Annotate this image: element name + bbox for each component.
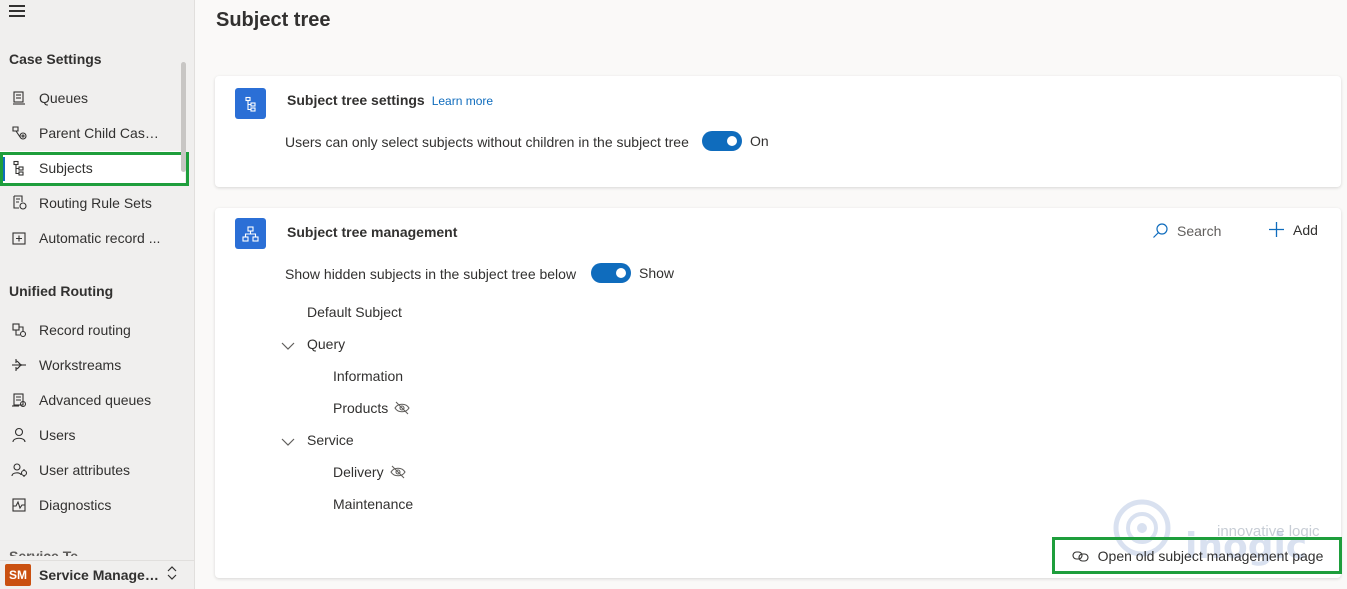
tree-node-products[interactable]: Products (333, 400, 410, 416)
tree-node-information[interactable]: Information (333, 368, 403, 384)
advanced-queues-icon (10, 391, 28, 409)
auto-record-icon (10, 229, 28, 247)
eye-hidden-icon (394, 401, 410, 415)
leaf-only-toggle[interactable] (702, 131, 742, 151)
management-card-title: Subject tree management (287, 224, 458, 240)
sidebar-item-record-routing[interactable]: Record routing (0, 313, 185, 346)
chevron-up-down-icon (166, 565, 178, 586)
hierarchy-icon (235, 218, 266, 249)
tree-node-query[interactable]: Query (307, 336, 345, 352)
diagnostics-icon (10, 496, 28, 514)
sidebar-item-advanced-queues[interactable]: Advanced queues (0, 383, 185, 416)
section-title-case-settings: Case Settings (9, 51, 102, 67)
sidebar-item-automatic-record[interactable]: Automatic record ... (0, 221, 185, 254)
setting-description: Users can only select subjects without c… (285, 134, 689, 150)
page-title: Subject tree (216, 9, 331, 31)
sidebar-item-label: Parent Child Case ... (39, 124, 164, 141)
add-label: Add (1293, 221, 1318, 238)
highlight-box-subjects (0, 152, 189, 186)
show-hidden-toggle[interactable] (591, 263, 631, 283)
chevron-down-icon[interactable] (281, 338, 295, 356)
tree-node-service[interactable]: Service (307, 432, 354, 448)
open-old-subject-page-link[interactable]: Open old subject management page (1054, 539, 1341, 572)
add-icon (1269, 222, 1284, 237)
parent-child-icon (10, 124, 28, 142)
sidebar-item-label: Automatic record ... (39, 229, 161, 246)
tree-node-label: Delivery (333, 464, 384, 480)
settings-card-title: Subject tree settings Learn more (287, 92, 493, 108)
sidebar-item-label: Record routing (39, 321, 131, 338)
queue-icon (10, 89, 28, 107)
area-name: Service Managem... (39, 567, 163, 583)
management-card: Subject tree management Search Add Show … (215, 208, 1341, 578)
sidebar-item-users[interactable]: Users (0, 418, 185, 451)
tree-node-label: Service (307, 432, 354, 448)
tree-node-label: Query (307, 336, 346, 352)
add-button[interactable]: Add (1268, 221, 1318, 238)
hamburger-menu-icon[interactable] (9, 5, 25, 19)
tree-node-default-subject[interactable]: Default Subject (307, 304, 402, 320)
show-hidden-toggle-label: Show (639, 265, 675, 281)
area-badge: SM (5, 564, 31, 586)
routing-rules-icon (10, 194, 28, 212)
search-button[interactable]: Search (1152, 222, 1221, 239)
sidebar-item-label: Users (39, 426, 76, 443)
sidebar-item-routing-rule-sets[interactable]: Routing Rule Sets (0, 186, 185, 219)
subject-tree-settings-icon (235, 88, 266, 119)
learn-more-link[interactable]: Learn more (432, 94, 493, 108)
sidebar-item-label: Routing Rule Sets (39, 194, 152, 211)
settings-card: Subject tree settings Learn more Users ca… (215, 76, 1341, 187)
leaf-only-toggle-label: On (750, 133, 769, 149)
sidebar: Case Settings Queues Parent Child Case .… (0, 0, 195, 589)
section-title-unified-routing: Unified Routing (9, 283, 114, 299)
search-label: Search (1177, 222, 1222, 239)
sidebar-item-queues[interactable]: Queues (0, 81, 185, 114)
sidebar-item-parent-child-case[interactable]: Parent Child Case ... (0, 116, 185, 149)
show-hidden-description: Show hidden subjects in the subject tree… (285, 266, 577, 282)
sidebar-item-label: User attributes (39, 461, 131, 478)
tree-node-label: Default Subject (307, 304, 402, 320)
sidebar-item-workstreams[interactable]: Workstreams (0, 348, 185, 381)
tree-node-label: Information (333, 368, 404, 384)
settings-title-text: Subject tree settings (287, 92, 425, 108)
tree-node-label: Products (333, 400, 389, 416)
tree-node-maintenance[interactable]: Maintenance (333, 496, 413, 512)
link-icon (1072, 550, 1089, 562)
sidebar-cut-section: Service Te (9, 548, 79, 556)
user-icon (10, 426, 28, 444)
sidebar-item-user-attributes[interactable]: User attributes (0, 453, 185, 486)
chevron-down-icon[interactable] (281, 434, 295, 452)
sidebar-scrollbar[interactable] (181, 62, 186, 172)
tree-node-delivery[interactable]: Delivery (333, 464, 406, 480)
user-attributes-icon (10, 461, 28, 479)
sidebar-item-label: Workstreams (39, 356, 122, 373)
sidebar-item-label: Diagnostics (39, 496, 112, 513)
sidebar-item-label: Advanced queues (39, 391, 152, 408)
open-old-link-label: Open old subject management page (1097, 547, 1324, 564)
eye-hidden-icon (389, 465, 406, 479)
record-routing-icon (10, 321, 28, 339)
workstreams-icon (10, 356, 28, 374)
tree-node-label: Maintenance (333, 496, 414, 512)
sidebar-item-diagnostics[interactable]: Diagnostics (0, 488, 185, 521)
area-switcher[interactable]: SM Service Managem... (0, 560, 194, 589)
search-icon (1153, 223, 1168, 238)
sidebar-item-label: Queues (39, 89, 89, 106)
